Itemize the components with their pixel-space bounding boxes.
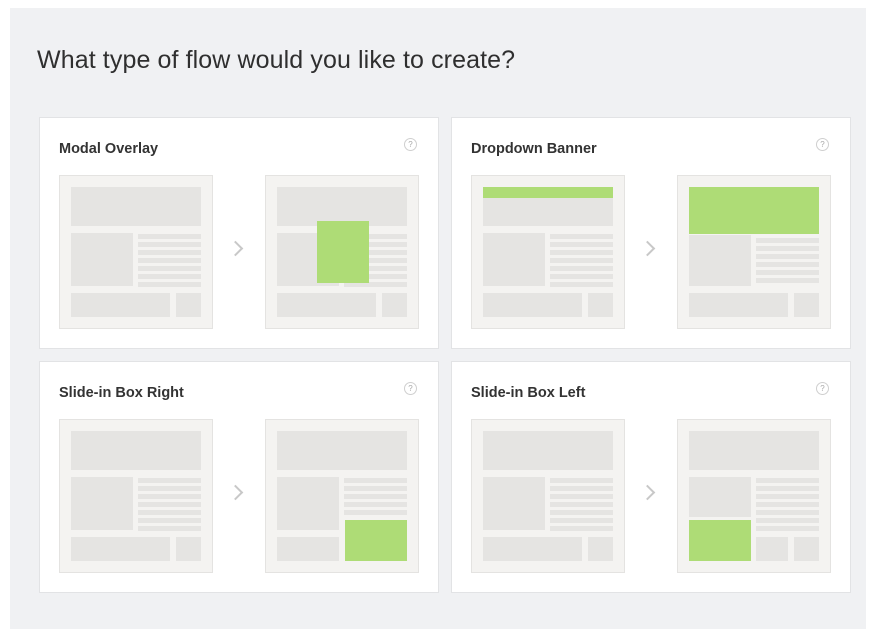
flow-option-title: Dropdown Banner	[471, 141, 597, 157]
wireframe-before	[71, 431, 201, 561]
flow-option-slide-in-right[interactable]: Slide-in Box Right	[39, 361, 439, 593]
after-preview	[677, 419, 831, 573]
after-preview	[677, 175, 831, 329]
slide-in-box	[689, 520, 751, 561]
dropdown-banner-box	[689, 187, 819, 234]
help-icon[interactable]	[816, 382, 829, 395]
wireframe-after	[689, 187, 819, 317]
flow-option-dropdown-banner[interactable]: Dropdown Banner	[451, 117, 851, 349]
slide-in-box	[345, 520, 407, 561]
wireframe-before	[483, 187, 613, 317]
wireframe-after	[277, 431, 407, 561]
before-preview	[471, 175, 625, 329]
flow-option-modal-overlay[interactable]: Modal Overlay	[39, 117, 439, 349]
before-preview	[471, 419, 625, 573]
chevron-right-icon	[639, 484, 656, 501]
chevron-right-icon	[227, 484, 244, 501]
after-preview	[265, 419, 419, 573]
wireframe-after	[689, 431, 819, 561]
chevron-right-icon	[639, 240, 656, 257]
flow-option-title: Slide-in Box Left	[471, 385, 586, 401]
after-preview	[265, 175, 419, 329]
wireframe-before	[71, 187, 201, 317]
wireframe-after	[277, 187, 407, 317]
modal-overlay-box	[317, 221, 369, 283]
banner-strip	[483, 187, 613, 198]
wireframe-before	[483, 431, 613, 561]
help-icon[interactable]	[404, 382, 417, 395]
flow-option-title: Slide-in Box Right	[59, 385, 184, 401]
before-preview	[59, 175, 213, 329]
flow-type-panel: What type of flow would you like to crea…	[10, 8, 866, 629]
flow-option-title: Modal Overlay	[59, 141, 159, 157]
help-icon[interactable]	[404, 138, 417, 151]
page-title: What type of flow would you like to crea…	[37, 46, 516, 74]
flow-option-slide-in-left[interactable]: Slide-in Box Left	[451, 361, 851, 593]
chevron-right-icon	[227, 240, 244, 257]
before-preview	[59, 419, 213, 573]
help-icon[interactable]	[816, 138, 829, 151]
